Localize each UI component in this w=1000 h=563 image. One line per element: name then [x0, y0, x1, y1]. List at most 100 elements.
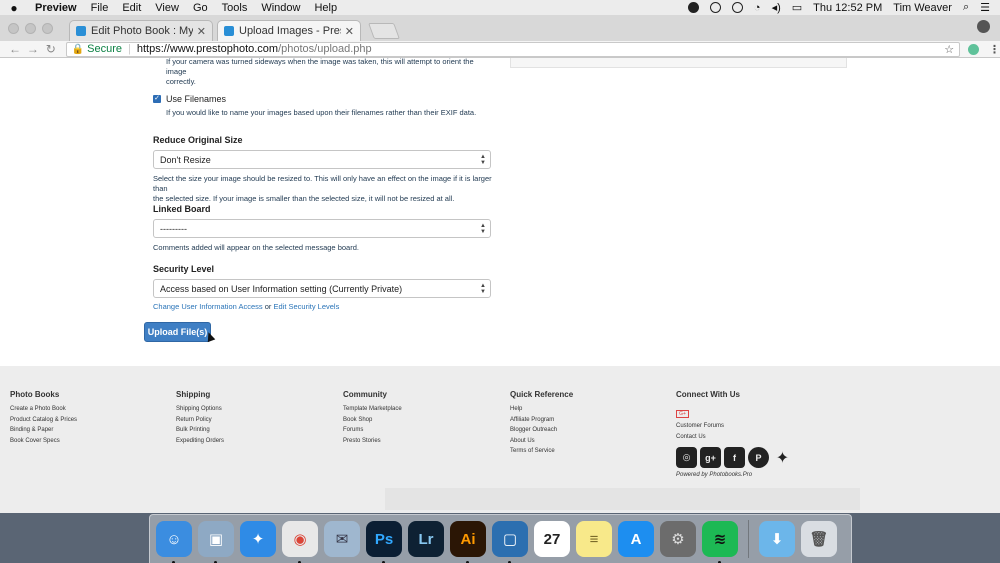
- clock[interactable]: Thu 12:52 PM: [813, 2, 882, 14]
- footer-link[interactable]: Product Catalog & Prices: [10, 415, 77, 426]
- google-plus-icon[interactable]: g+: [700, 447, 721, 469]
- footer-link[interactable]: Binding & Paper: [10, 425, 77, 436]
- dock-glyph: ≋: [713, 531, 727, 548]
- social-icons: ◎ g+ f P ✦: [676, 447, 793, 469]
- user-name[interactable]: Tim Weaver: [893, 2, 952, 14]
- footer-link[interactable]: Book Cover Specs: [10, 436, 77, 447]
- app-icon[interactable]: ▢: [492, 521, 528, 563]
- system-preferences-icon[interactable]: ⚙: [660, 521, 696, 557]
- footer-link[interactable]: Template Marketplace: [343, 404, 402, 415]
- close-tab-icon[interactable]: ✕: [197, 25, 206, 38]
- spotlight-search-icon[interactable]: ⌕: [963, 1, 969, 14]
- footer-link[interactable]: Shipping Options: [176, 404, 224, 415]
- preview-icon[interactable]: ▣: [198, 521, 234, 563]
- close-tab-icon[interactable]: ✕: [345, 25, 354, 38]
- new-tab-button[interactable]: [368, 23, 400, 39]
- finder-icon[interactable]: ☺: [156, 521, 192, 563]
- close-window-button[interactable]: [8, 22, 19, 34]
- spotify-icon[interactable]: ≋: [702, 521, 738, 563]
- use-filenames-label: Use Filenames: [166, 94, 227, 104]
- lightroom-icon[interactable]: Lr: [408, 521, 444, 557]
- footer-link[interactable]: About Us: [510, 436, 573, 447]
- tab-edit-photo-book[interactable]: Edit Photo Book : My Year - Pr ✕: [69, 20, 213, 41]
- footer-link[interactable]: Presto Stories: [343, 436, 402, 447]
- change-user-info-access-link[interactable]: Change User Information Access: [153, 302, 263, 311]
- apple-menu-icon[interactable]: ●: [0, 1, 28, 15]
- google-plus-badge-icon[interactable]: G+: [676, 410, 689, 418]
- instagram-icon[interactable]: ◎: [676, 447, 697, 469]
- notes-icon[interactable]: ≡: [576, 521, 612, 557]
- resize-label: Reduce Original Size: [153, 135, 243, 145]
- menu-go[interactable]: Go: [186, 2, 215, 14]
- footer-link[interactable]: Blogger Outreach: [510, 425, 573, 436]
- linked-board-select[interactable]: --------- ▲ ▼: [153, 219, 491, 238]
- twitter-icon[interactable]: ✦: [772, 447, 793, 468]
- menu-tools[interactable]: Tools: [215, 2, 255, 14]
- battery-icon[interactable]: ▭: [792, 1, 802, 14]
- use-filenames-checkbox[interactable]: ✓: [153, 95, 161, 103]
- menu-file[interactable]: File: [84, 2, 116, 14]
- powered-by-text: Powered by Photobooks.Pro: [676, 472, 753, 479]
- notification-center-icon[interactable]: ☰: [980, 1, 990, 14]
- back-arrow-icon[interactable]: ←: [6, 42, 24, 56]
- chrome-menu-icon[interactable]: ⋮: [989, 43, 1000, 56]
- footer-column-photo-books: Photo Books Create a Photo Book Product …: [10, 390, 77, 446]
- footer-link[interactable]: Book Shop: [343, 415, 402, 426]
- footer-heading: Shipping: [176, 390, 211, 399]
- safari-icon[interactable]: ✦: [240, 521, 276, 557]
- calendar-icon[interactable]: 27: [534, 521, 570, 557]
- status-eye-icon[interactable]: [731, 2, 743, 13]
- photoshop-icon[interactable]: Ps: [366, 521, 402, 563]
- menu-view[interactable]: View: [148, 2, 186, 14]
- resize-select[interactable]: Don't Resize ▲ ▼: [153, 150, 491, 169]
- footer-link[interactable]: Return Policy: [176, 415, 224, 426]
- resize-help: Select the size your image should be res…: [153, 174, 493, 204]
- edit-security-levels-link[interactable]: Edit Security Levels: [273, 302, 339, 311]
- menu-app-name[interactable]: Preview: [28, 2, 84, 14]
- reload-icon[interactable]: ↻: [42, 42, 60, 56]
- menu-help[interactable]: Help: [307, 2, 344, 14]
- chrome-icon[interactable]: ◉: [282, 521, 318, 563]
- bookmark-star-icon[interactable]: ☆: [944, 43, 954, 56]
- app-store-icon[interactable]: A: [618, 521, 654, 557]
- menu-edit[interactable]: Edit: [115, 2, 148, 14]
- footer-link[interactable]: Expediting Orders: [176, 436, 224, 447]
- profile-avatar-icon[interactable]: [977, 20, 990, 33]
- footer-link[interactable]: Forums: [343, 425, 402, 436]
- facebook-icon[interactable]: f: [724, 447, 745, 469]
- footer-link[interactable]: Contact Us: [676, 432, 793, 443]
- status-sync-icon[interactable]: [709, 2, 721, 13]
- footer-link[interactable]: Help: [510, 404, 573, 415]
- dock-glyph: ▢: [502, 531, 518, 548]
- upload-files-button[interactable]: Upload File(s): [144, 322, 211, 342]
- prestophoto-favicon-icon: [224, 26, 234, 36]
- migration-icon[interactable]: ✉: [324, 521, 360, 557]
- downloads-folder-icon[interactable]: ⬇: [759, 521, 795, 557]
- security-or-text: or: [262, 302, 274, 311]
- security-level-select[interactable]: Access based on User Information setting…: [153, 279, 491, 298]
- illustrator-icon[interactable]: Ai: [450, 521, 486, 563]
- pinterest-icon[interactable]: P: [748, 447, 769, 469]
- dock-glyph: ☺: [166, 530, 182, 548]
- wifi-icon[interactable]: ◔: [754, 2, 761, 14]
- forward-arrow-icon[interactable]: →: [24, 42, 42, 56]
- rotate-help-line: If your camera was turned sideways when …: [166, 58, 474, 76]
- dock-glyph: ✦: [251, 531, 265, 548]
- volume-icon[interactable]: ◂): [772, 1, 781, 14]
- footer-link[interactable]: Terms of Service: [510, 446, 573, 457]
- use-filenames-row[interactable]: ✓ Use Filenames: [153, 94, 226, 104]
- address-bar[interactable]: 🔒 Secure | https://www.prestophoto.com/p…: [65, 41, 961, 57]
- footer-link[interactable]: Bulk Printing: [176, 425, 224, 436]
- status-drop-icon[interactable]: [687, 2, 699, 13]
- trash-icon[interactable]: 🗑: [801, 521, 837, 557]
- dock-glyph: ⬇: [770, 531, 784, 548]
- footer-link[interactable]: Affiliate Program: [510, 415, 573, 426]
- footer-link[interactable]: Create a Photo Book: [10, 404, 77, 415]
- footer-link[interactable]: Customer Forums: [676, 421, 793, 432]
- zoom-window-button[interactable]: [42, 22, 53, 34]
- tab-upload-images[interactable]: Upload Images - PrestoPhoto ✕: [217, 20, 361, 41]
- minimize-window-button[interactable]: [25, 22, 36, 34]
- extension-icon[interactable]: [968, 43, 980, 55]
- menu-window[interactable]: Window: [254, 2, 307, 14]
- resize-help-line: the selected size. If your image is smal…: [153, 194, 455, 203]
